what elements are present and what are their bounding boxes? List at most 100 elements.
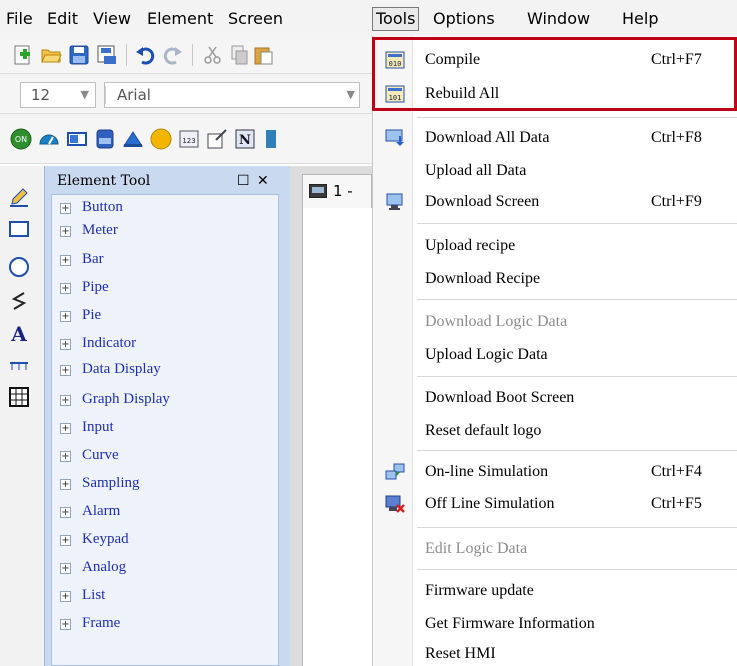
list-item[interactable]: + Bar [52,249,280,273]
list-item[interactable]: + Alarm [52,501,280,525]
tab-screen-1[interactable]: 1 - [302,174,372,208]
menu-item-upload-all-data[interactable]: Upload all Data [373,157,737,185]
pencil-icon[interactable] [8,186,30,208]
text-icon[interactable]: A [8,322,30,344]
expand-icon[interactable]: + [60,339,71,350]
list-item[interactable]: + Meter [52,220,280,244]
circle-icon[interactable] [8,256,30,278]
menu-item-firmware-update[interactable]: Firmware update [373,577,737,605]
list-item[interactable]: + Sampling [52,473,280,497]
list-item[interactable]: + Analog [52,557,280,581]
menu-item-rebuild-all[interactable]: 101 Rebuild All [373,80,737,108]
close-icon[interactable]: ✕ [257,170,269,192]
expand-icon[interactable]: + [60,365,71,376]
menu-separator [417,117,737,118]
svg-text:A: A [10,322,27,344]
menu-item-reset-default-logo[interactable]: Reset default logo [373,417,737,445]
menu-window[interactable]: Window [527,8,590,30]
table-icon[interactable] [8,386,30,408]
more-tools-icon[interactable] [262,128,284,150]
list-item[interactable]: + Keypad [52,529,280,553]
menu-screen[interactable]: Screen [228,8,283,30]
expand-icon[interactable]: + [60,591,71,602]
menu-options[interactable]: Options [433,8,495,30]
indicator-lamp-icon[interactable] [150,128,172,150]
menu-item-download-recipe[interactable]: Download Recipe [373,265,737,293]
online-simulation-icon [385,463,405,480]
screen-canvas[interactable] [302,208,372,666]
scale-icon[interactable] [8,356,30,378]
expand-icon[interactable]: + [60,423,71,434]
paste-icon[interactable] [252,44,274,66]
save-as-icon[interactable] [96,44,118,66]
download-screen-icon [386,193,403,210]
menu-element[interactable]: Element [147,8,213,30]
meter-icon[interactable] [38,128,60,150]
rectangle-icon[interactable] [8,218,30,240]
panel-title: Element Tool [57,173,151,189]
element-toolbar: ON 123 N [0,114,372,164]
list-item[interactable]: + Pie [52,305,280,329]
menu-item-online-simulation[interactable]: On-line Simulation Ctrl+F4 [373,458,737,486]
menu-file[interactable]: File [6,8,33,30]
expand-icon[interactable]: + [60,479,71,490]
redo-icon[interactable] [162,44,184,66]
font-size-select[interactable]: 12 ▼ [20,82,96,108]
expand-icon[interactable]: + [60,203,71,214]
input-icon[interactable] [206,128,228,150]
menu-item-upload-recipe[interactable]: Upload recipe [373,232,737,260]
open-folder-icon[interactable] [40,44,62,66]
menu-item-offline-simulation[interactable]: Off Line Simulation Ctrl+F5 [373,490,737,518]
new-file-icon[interactable] [12,44,34,66]
list-item[interactable]: + Button [52,197,280,221]
compile-icon: 010 [385,51,405,69]
expand-icon[interactable]: + [60,563,71,574]
field-divider [105,86,106,104]
expand-icon[interactable]: + [60,451,71,462]
pipe-icon[interactable] [94,128,116,150]
save-icon[interactable] [68,44,90,66]
menu-tools[interactable]: Tools [372,7,420,31]
svg-text:101: 101 [389,94,402,102]
list-item[interactable]: + List [52,585,280,609]
menu-item-download-logic-data: Download Logic Data [425,313,568,330]
numeric-input-icon[interactable]: N [234,128,256,150]
list-item[interactable]: + Curve [52,445,280,469]
menu-separator [417,376,737,377]
menu-help[interactable]: Help [622,8,658,30]
menu-item-compile[interactable]: 010 Compile Ctrl+F7 [373,46,737,74]
menu-item-download-all-data[interactable]: Download All Data Ctrl+F8 [373,124,737,152]
copy-icon[interactable] [228,44,250,66]
list-item[interactable]: + Frame [52,613,280,637]
polyline-icon[interactable] [8,290,30,312]
undo-icon[interactable] [134,44,156,66]
expand-icon[interactable]: + [60,535,71,546]
list-item[interactable]: + Data Display [52,359,280,383]
menu-item-download-boot-screen[interactable]: Download Boot Screen [373,384,737,412]
pie-icon[interactable] [122,128,144,150]
menu-item-download-screen[interactable]: Download Screen Ctrl+F9 [373,188,737,216]
expand-icon[interactable]: + [60,395,71,406]
cut-icon[interactable] [202,44,224,66]
on-button-icon[interactable]: ON [10,128,32,150]
list-item[interactable]: + Pipe [52,277,280,301]
font-name-select[interactable]: Arial ▼ [104,82,360,108]
menu-item-upload-logic-data[interactable]: Upload Logic Data [373,341,737,369]
expand-icon[interactable]: + [60,255,71,266]
expand-icon[interactable]: + [60,619,71,630]
bar-icon[interactable] [66,128,88,150]
element-tool-list: + Button + Meter + Bar + Pipe + Pie + Indicato… [51,194,279,666]
list-item[interactable]: + Graph Display [52,389,280,413]
restore-icon[interactable]: ☐ [237,170,250,192]
numeric-display-icon[interactable]: 123 [178,128,200,150]
expand-icon[interactable]: + [60,311,71,322]
expand-icon[interactable]: + [60,226,71,237]
menu-view[interactable]: View [93,8,131,30]
expand-icon[interactable]: + [60,507,71,518]
list-item[interactable]: + Input [52,417,280,441]
menu-item-reset-hmi[interactable]: Reset HMI [373,640,737,666]
list-item[interactable]: + Indicator [52,333,280,357]
menu-item-get-firmware-info[interactable]: Get Firmware Information [373,610,737,638]
expand-icon[interactable]: + [60,283,71,294]
menu-edit[interactable]: Edit [47,8,78,30]
